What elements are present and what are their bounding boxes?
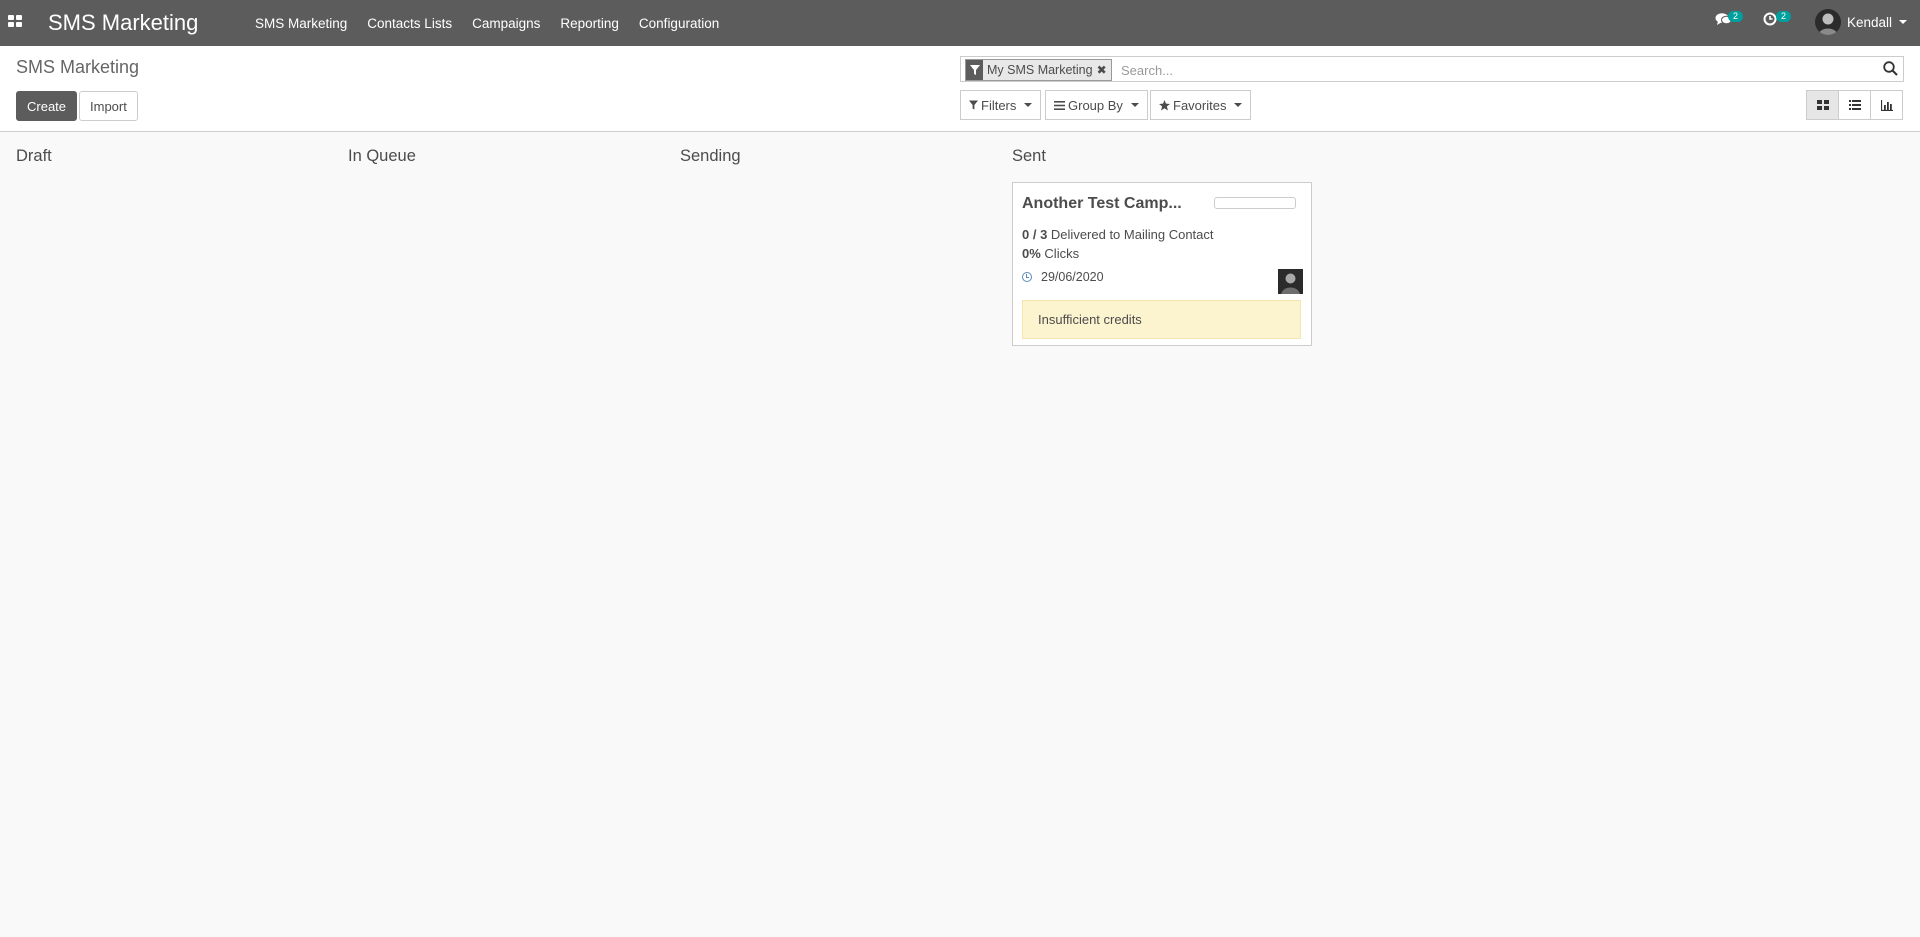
chevron-down-icon [1899,20,1908,24]
menu-campaigns[interactable]: Campaigns [472,16,540,31]
group-by-button[interactable]: Group By [1045,90,1148,120]
delivered-stat: 0 / 3 Delivered to Mailing Contact [1022,227,1214,242]
filter-icon [969,100,978,110]
menu-contacts-lists[interactable]: Contacts Lists [367,16,452,31]
user-menu[interactable]: Kendall [1815,9,1908,35]
apps-icon[interactable] [8,15,23,29]
messages-badge: 2 [1728,11,1743,22]
search-facet: My SMS Marketing ✖ [965,59,1112,81]
favorites-button[interactable]: Favorites [1150,90,1252,120]
facet-label: My SMS Marketing [987,63,1093,77]
clicks-stat: 0% Clicks [1022,246,1079,261]
date-row: 29/06/2020 [1022,270,1104,284]
list-icon [1848,100,1861,110]
chevron-down-icon [1234,103,1243,107]
search-bar: My SMS Marketing ✖ [960,56,1904,82]
messages-button[interactable]: 2 [1715,11,1743,31]
avatar [1815,9,1841,35]
campaign-title: Another Test Camp... [1022,195,1182,212]
progress-bar [1214,197,1296,209]
favorites-label: Favorites [1173,97,1227,113]
breadcrumb: SMS Marketing [16,57,140,77]
column-in-queue: In Queue [348,147,416,165]
control-panel: SMS Marketing Create Import My SMS Marke… [0,46,1920,132]
activities-button[interactable]: 2 [1763,11,1791,31]
group-by-label: Group By [1068,97,1123,113]
search-icon[interactable] [1883,61,1898,81]
close-icon[interactable]: ✖ [1097,63,1111,77]
star-icon [1159,99,1170,111]
clock-icon [1022,272,1032,282]
kanban-view-button[interactable] [1806,90,1839,120]
graph-view-button[interactable] [1870,90,1903,120]
chevron-down-icon [1130,103,1139,107]
top-navbar: SMS Marketing SMS Marketing Contacts Lis… [0,0,1920,46]
clock-icon [1763,12,1777,26]
search-input[interactable] [1119,59,1863,81]
campaign-card[interactable]: Another Test Camp... 0 / 3 Delivered to … [1012,182,1312,346]
avatar[interactable] [1278,269,1303,294]
menu-configuration[interactable]: Configuration [639,16,719,31]
clicks-value: 0% [1022,246,1041,261]
delivered-text: Delivered to Mailing Contact [1050,227,1214,242]
filter-icon [966,60,983,80]
insufficient-credits-alert: Insufficient credits [1022,300,1301,339]
user-name: Kendall [1847,14,1893,30]
main-menu: SMS Marketing Contacts Lists Campaigns R… [255,0,739,46]
list-view-button[interactable] [1838,90,1871,120]
import-button[interactable]: Import [79,91,138,121]
column-sending: Sending [680,147,741,165]
filters-button[interactable]: Filters [960,90,1042,120]
filters-label: Filters [981,97,1017,113]
clicks-text: Clicks [1044,246,1080,261]
app-name: SMS Marketing [48,10,199,35]
kanban-icon [1816,100,1829,110]
create-button[interactable]: Create [16,91,78,121]
bars-icon [1054,100,1065,110]
bar-chart-icon [1880,99,1893,111]
activities-badge: 2 [1776,11,1791,22]
menu-sms-marketing[interactable]: SMS Marketing [255,16,347,31]
campaign-date: 29/06/2020 [1041,270,1104,284]
chevron-down-icon [1024,103,1033,107]
column-sent: Sent [1012,147,1046,165]
column-draft: Draft [16,147,52,165]
delivered-count: 0 / 3 [1022,227,1048,242]
menu-reporting[interactable]: Reporting [560,16,619,31]
